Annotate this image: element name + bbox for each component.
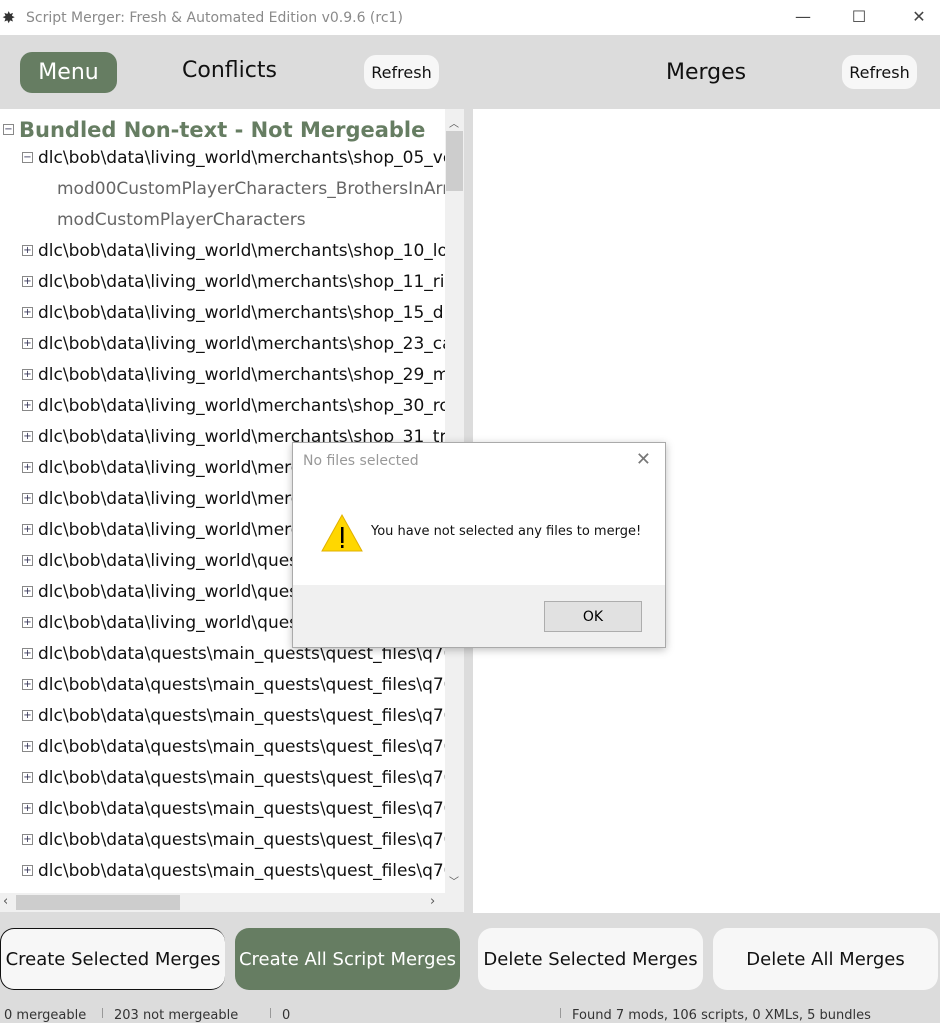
expand-icon[interactable]: +	[22, 648, 33, 659]
expand-icon[interactable]: +	[22, 462, 33, 473]
expand-icon[interactable]: +	[22, 307, 33, 318]
expand-icon[interactable]: +	[22, 710, 33, 721]
tree-item-label: dlc\bob\data\quests\main_quests\quest_fi…	[38, 736, 445, 757]
merges-heading: Merges	[666, 60, 747, 85]
tree-item[interactable]: + dlc\bob\data\living_world\merchants\sho…	[22, 297, 445, 328]
tree-child-label: mod00CustomPlayerCharacters_BrothersInAr…	[57, 178, 445, 199]
tree-item[interactable]: + dlc\bob\data\quests\main_quests\quest_f…	[22, 793, 445, 824]
tree-item-label: dlc\bob\data\quests\main_quests\quest_fi…	[38, 860, 445, 881]
tree-item[interactable]: + dlc\bob\data\living_world\merchants\sho…	[22, 235, 445, 266]
tree-item-label: dlc\bob\data\living_world\merchants\shop…	[38, 302, 445, 323]
tree-item-label: dlc\bob\data\quests\main_quests\quest_fi…	[38, 798, 445, 819]
wolf-logo-icon: ✸	[2, 7, 16, 27]
tree-item[interactable]: + dlc\bob\data\living_world\merchants\sho…	[22, 266, 445, 297]
expand-icon[interactable]: +	[22, 493, 33, 504]
ok-button[interactable]: OK	[544, 601, 642, 632]
expand-icon[interactable]: +	[22, 865, 33, 876]
group-label: Bundled Non-text - Not Mergeable	[19, 117, 426, 142]
expand-icon[interactable]: +	[22, 338, 33, 349]
dialog-title: No files selected	[303, 453, 419, 469]
status-not-mergeable: 203 not mergeable	[114, 1008, 239, 1023]
scroll-thumb[interactable]	[16, 895, 180, 910]
tree-item[interactable]: + dlc\bob\data\living_world\quests	[22, 545, 314, 576]
tree-item-label: dlc\bob\data\living_world\quests	[38, 612, 314, 633]
tree-item[interactable]: + dlc\bob\data\living_world\merchants\sho…	[22, 359, 445, 390]
collapse-icon[interactable]: −	[22, 152, 33, 163]
tree-item[interactable]: + dlc\bob\data\quests\main_quests\quest_f…	[22, 762, 445, 793]
tree-item-label: dlc\bob\data\living_world\quests	[38, 581, 314, 602]
tree-item[interactable]: + dlc\bob\data\living_world\quests	[22, 607, 314, 638]
conflicts-refresh-button[interactable]: Refresh	[364, 55, 439, 89]
maximize-button[interactable]: ☐	[836, 0, 882, 32]
tree-item-label: dlc\bob\data\quests\main_quests\quest_fi…	[38, 767, 445, 788]
tree-item[interactable]: + dlc\bob\data\quests\main_quests\quest_f…	[22, 824, 445, 855]
expand-icon[interactable]: +	[22, 555, 33, 566]
delete-selected-merges-button[interactable]: Delete Selected Merges	[478, 928, 703, 990]
collapse-icon[interactable]: −	[3, 124, 14, 135]
tree-item-label: dlc\bob\data\quests\main_quests\quest_fi…	[38, 829, 445, 850]
window-title: Script Merger: Fresh & Automated Edition…	[26, 9, 403, 26]
status-mergeable: 0 mergeable	[4, 1008, 87, 1023]
status-summary: Found 7 mods, 106 scripts, 0 XMLs, 5 bun…	[572, 1008, 871, 1023]
tree-item-label: dlc\bob\data\living_world\merchants\shop…	[38, 147, 445, 168]
expand-icon[interactable]: +	[22, 679, 33, 690]
tree-item-label: dlc\bob\data\living_world\quests	[38, 550, 314, 571]
expand-icon[interactable]: +	[22, 369, 33, 380]
expand-icon[interactable]: +	[22, 524, 33, 535]
tree-item-label: dlc\bob\data\living_world\merchants\shop…	[38, 240, 445, 261]
expand-icon[interactable]: +	[22, 245, 33, 256]
tree-item-expanded[interactable]: − dlc\bob\data\living_world\merchants\sh…	[22, 142, 445, 173]
dialog-message: You have not selected any files to merge…	[371, 524, 642, 539]
status-count: 0	[282, 1008, 291, 1023]
tree-item-label: dlc\bob\data\quests\main_quests\quest_fi…	[38, 674, 445, 695]
tree-item-label: dlc\bob\data\living_world\merchants\shop…	[38, 271, 445, 292]
tree-item-label: dlc\bob\data\living_world\merchants\shop…	[38, 333, 445, 354]
tree-child-label: modCustomPlayerCharacters	[57, 209, 306, 230]
tree-child[interactable]: mod00CustomPlayerCharacters_BrothersInAr…	[57, 173, 445, 204]
tree-item[interactable]: + dlc\bob\data\quests\main_quests\quest_f…	[22, 669, 445, 700]
tree-child[interactable]: modCustomPlayerCharacters	[57, 204, 306, 235]
expand-icon[interactable]: +	[22, 586, 33, 597]
tree-item[interactable]: + dlc\bob\data\living_world\merchants\sho…	[22, 328, 445, 359]
message-dialog: No files selected ✕ You have not selecte…	[292, 442, 666, 648]
tree-group[interactable]: − Bundled Non-text - Not Mergeable	[3, 114, 425, 145]
tree-item[interactable]: + dlc\bob\data\living_world\merchants\sho…	[22, 390, 445, 421]
tree-item[interactable]: + dlc\bob\data\quests\main_quests\quest_f…	[22, 855, 445, 886]
tree-item[interactable]: + dlc\bob\data\quests\main_quests\quest_f…	[22, 700, 445, 731]
warning-icon	[321, 513, 363, 552]
tree-item[interactable]: + dlc\bob\data\quests\main_quests\quest_f…	[22, 731, 445, 762]
expand-icon[interactable]: +	[22, 431, 33, 442]
tree-item-label: dlc\bob\data\quests\main_quests\quest_fi…	[38, 705, 445, 726]
close-button[interactable]: ✕	[896, 0, 940, 32]
tree-item[interactable]: + dlc\bob\data\living_world\quests	[22, 576, 314, 607]
expand-icon[interactable]: +	[22, 834, 33, 845]
expand-icon[interactable]: +	[22, 741, 33, 752]
expand-icon[interactable]: +	[22, 772, 33, 783]
horizontal-scrollbar[interactable]: ‹ ›	[0, 893, 464, 912]
conflicts-heading: Conflicts	[182, 58, 277, 83]
expand-icon[interactable]: +	[22, 803, 33, 814]
create-all-script-merges-button[interactable]: Create All Script Merges	[235, 928, 460, 990]
tree-item-label: dlc\bob\data\living_world\merchants\shop…	[38, 364, 445, 385]
expand-icon[interactable]: +	[22, 276, 33, 287]
delete-all-merges-button[interactable]: Delete All Merges	[713, 928, 938, 990]
scroll-thumb[interactable]	[446, 131, 463, 191]
menu-button[interactable]: Menu	[20, 52, 117, 93]
expand-icon[interactable]: +	[22, 617, 33, 628]
expand-icon[interactable]: +	[22, 400, 33, 411]
dialog-close-button[interactable]: ✕	[636, 449, 651, 470]
minimize-button[interactable]: —	[780, 0, 826, 32]
tree-item-label: dlc\bob\data\living_world\merchants\shop…	[38, 395, 445, 416]
create-selected-merges-button[interactable]: Create Selected Merges	[0, 928, 225, 990]
merges-refresh-button[interactable]: Refresh	[842, 55, 917, 89]
